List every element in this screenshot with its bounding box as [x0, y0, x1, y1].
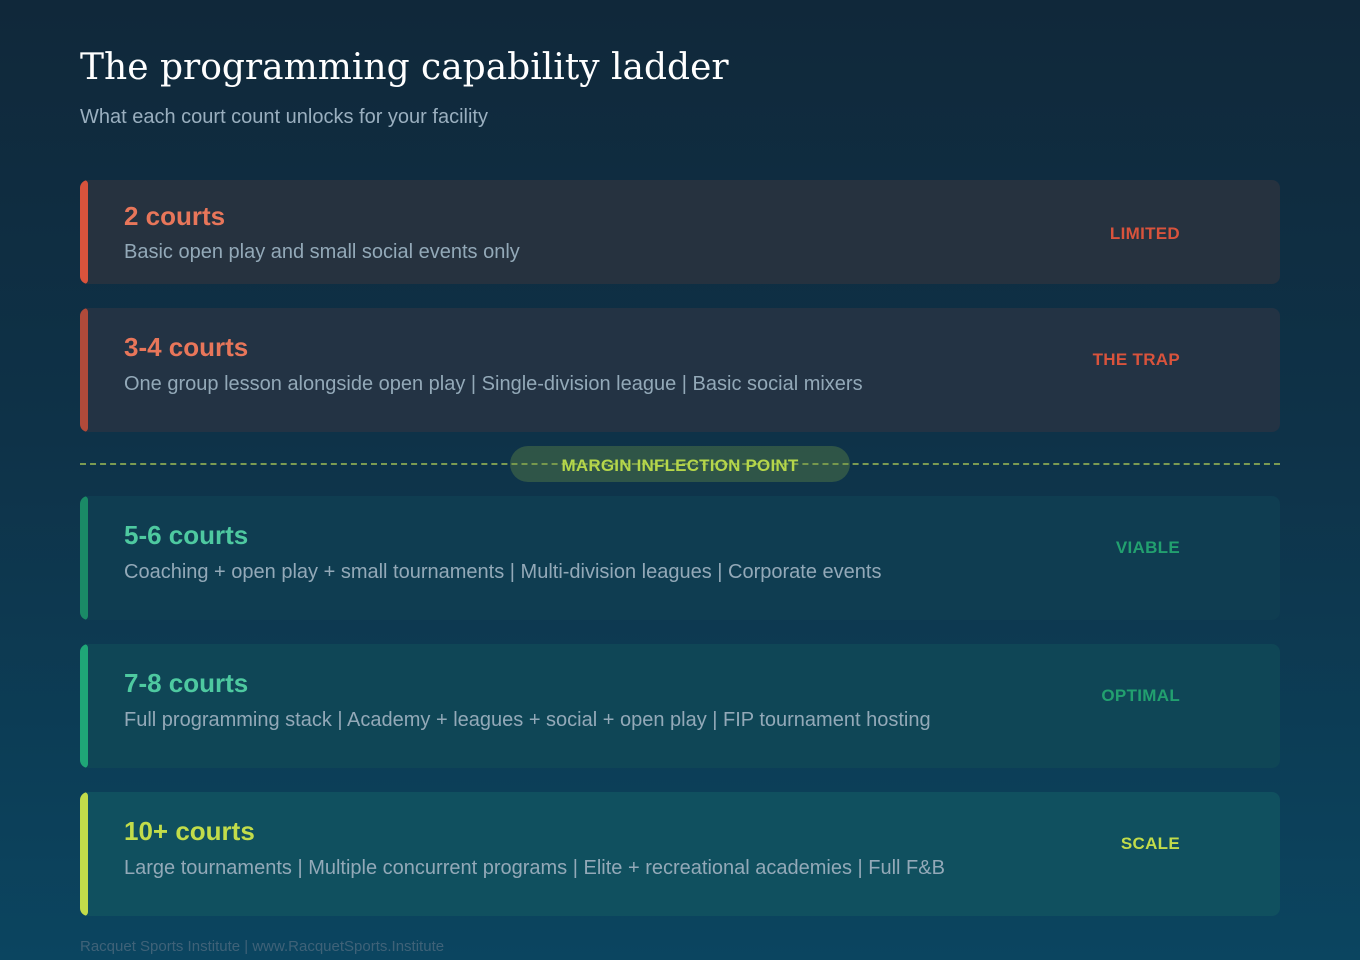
- tier-card: 5-6 courts Coaching + open play + small …: [80, 496, 1280, 620]
- tier-status-badge: LIMITED: [1109, 224, 1180, 243]
- tier-card: 7-8 courts Full programming stack | Acad…: [80, 644, 1280, 768]
- tier-card: 2 courts Basic open play and small socia…: [80, 180, 1280, 284]
- tier-status-badge: THE TRAP: [1092, 350, 1180, 369]
- page-subtitle: What each court count unlocks for your f…: [80, 106, 488, 128]
- tier-heading: 10+ courts: [124, 816, 255, 846]
- tier-description: Full programming stack | Academy + leagu…: [124, 709, 931, 731]
- tier-card: 3-4 courts One group lesson alongside op…: [80, 308, 1280, 432]
- tier-heading: 3-4 courts: [124, 332, 249, 362]
- tier-card: 10+ courts Large tournaments | Multiple …: [80, 792, 1280, 916]
- tier-accent-bar: [80, 792, 88, 916]
- tier-accent-bar: [80, 180, 88, 284]
- tier-description: Large tournaments | Multiple concurrent …: [124, 857, 945, 879]
- tier-heading: 2 courts: [124, 201, 226, 231]
- tier-status-badge: OPTIMAL: [1101, 686, 1180, 705]
- tier-accent-bar: [80, 496, 88, 620]
- tier-description: One group lesson alongside open play | S…: [124, 373, 863, 395]
- tier-status-badge: SCALE: [1120, 834, 1180, 853]
- tier-description: Basic open play and small social events …: [124, 241, 520, 263]
- tier-heading: 7-8 courts: [124, 668, 249, 698]
- tier-heading: 5-6 courts: [124, 520, 249, 550]
- tier-accent-bar: [80, 644, 88, 768]
- tier-status-badge: VIABLE: [1115, 538, 1180, 557]
- footer-credit: Racquet Sports Institute | www.RacquetSp…: [80, 938, 445, 955]
- tier-description: Coaching + open play + small tournaments…: [124, 561, 882, 583]
- page-title: The programming capability ladder: [80, 47, 729, 88]
- inflection-divider-label: MARGIN INFLECTION POINT: [561, 456, 799, 475]
- tier-accent-bar: [80, 308, 88, 432]
